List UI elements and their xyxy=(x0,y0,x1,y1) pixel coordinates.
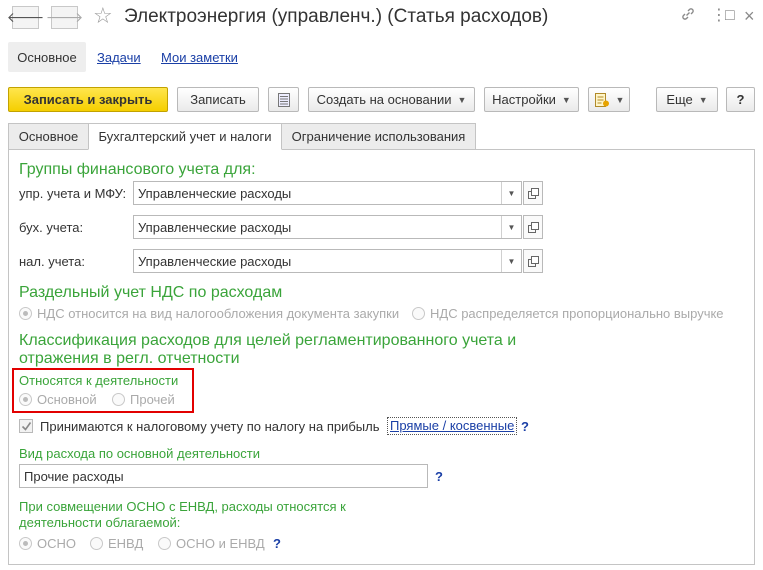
forward-button[interactable]: 🡒 xyxy=(46,6,83,29)
open-bookkeeping-button[interactable] xyxy=(523,215,543,239)
help-icon[interactable]: ? xyxy=(521,419,529,434)
combo-option-envd[interactable]: ЕНВД xyxy=(90,536,143,551)
combo-option-osno[interactable]: ОСНО xyxy=(19,536,76,551)
list-button[interactable] xyxy=(268,87,299,112)
bookkeeping-label: бух. учета: xyxy=(19,220,84,235)
tab-usage-restriction[interactable]: Ограничение использования xyxy=(281,123,476,150)
radio-selected xyxy=(19,537,32,550)
combo-label-line1: При совмещении ОСНО с ЕНВД, расходы отно… xyxy=(19,499,346,514)
chevron-down-icon: ▼ xyxy=(561,94,571,105)
reports-button[interactable]: ▼ xyxy=(588,87,630,112)
activity-option-main[interactable]: Основной xyxy=(19,392,97,407)
vat-option-purchase-doc[interactable]: НДС относится на вид налогообложения док… xyxy=(19,306,399,321)
vat-heading: Раздельный учет НДС по расходам xyxy=(19,284,283,301)
chevron-down-icon: ▼ xyxy=(615,94,625,105)
create-based-on-button[interactable]: Создать на основании ▼ xyxy=(308,87,475,112)
mgmt-accounting-field[interactable]: Управленческие расходы ▼ xyxy=(133,181,522,205)
chevron-down-icon: ▼ xyxy=(698,94,708,105)
activity-option-other[interactable]: Прочей xyxy=(112,392,175,407)
radio-unselected xyxy=(90,537,103,550)
radio-unselected xyxy=(412,307,425,320)
tax-profit-checkbox[interactable] xyxy=(19,419,33,433)
open-icon xyxy=(527,187,539,199)
page-title: Электроэнергия (управленч.) (Статья расх… xyxy=(124,6,549,27)
radio-unselected xyxy=(158,537,171,550)
chevron-down-icon[interactable]: ▼ xyxy=(501,182,521,204)
save-button[interactable]: Записать xyxy=(177,87,259,112)
maximize-icon[interactable]: □ xyxy=(725,6,735,26)
forward-arrow-icon: 🡒 xyxy=(45,9,84,25)
tab-main[interactable]: Основное xyxy=(8,123,89,150)
back-arrow-icon: 🡐 xyxy=(6,9,45,25)
chevron-down-icon[interactable]: ▼ xyxy=(501,250,521,272)
vat-option-proportional[interactable]: НДС распределяется пропорционально выруч… xyxy=(412,306,724,321)
combo-option-osno-envd[interactable]: ОСНО и ЕНВД xyxy=(158,536,265,551)
mgmt-accounting-label: упр. учета и МФУ: xyxy=(19,186,127,201)
section-notes-link[interactable]: Мои заметки xyxy=(161,50,238,65)
close-icon[interactable]: × xyxy=(744,6,755,26)
save-and-close-button[interactable]: Записать и закрыть xyxy=(8,87,168,112)
finance-groups-heading: Группы финансового учета для: xyxy=(19,161,256,178)
more-button[interactable]: Еще ▼ xyxy=(656,87,718,112)
star-icon[interactable]: ☆ xyxy=(93,3,113,29)
link-icon[interactable] xyxy=(680,6,696,28)
classification-heading-line2: отражения в регл. отчетности xyxy=(19,350,240,367)
tax-profit-label: Принимаются к налоговому учету по налогу… xyxy=(40,419,380,434)
open-mgmt-accounting-button[interactable] xyxy=(523,181,543,205)
chevron-down-icon: ▼ xyxy=(457,94,467,105)
help-icon[interactable]: ? xyxy=(435,469,443,484)
open-icon xyxy=(527,221,539,233)
expense-type-field[interactable]: Прочие расходы xyxy=(19,464,428,488)
open-tax-accounting-button[interactable] xyxy=(523,249,543,273)
back-button[interactable]: 🡐 xyxy=(7,6,44,29)
combo-label-line2: деятельности облагаемой: xyxy=(19,515,181,530)
bookkeeping-field[interactable]: Управленческие расходы ▼ xyxy=(133,215,522,239)
section-tasks-link[interactable]: Задачи xyxy=(97,50,141,65)
radio-selected xyxy=(19,393,32,406)
help-icon[interactable]: ? xyxy=(273,536,281,551)
open-icon xyxy=(527,255,539,267)
tax-accounting-label: нал. учета: xyxy=(19,254,85,269)
tax-accounting-field[interactable]: Управленческие расходы ▼ xyxy=(133,249,522,273)
checkmark-icon xyxy=(21,421,31,431)
help-button[interactable]: ? xyxy=(726,87,755,112)
radio-unselected xyxy=(112,393,125,406)
activity-label: Относятся к деятельности xyxy=(19,373,179,388)
list-icon xyxy=(277,92,290,107)
report-icon xyxy=(594,92,609,107)
chevron-down-icon[interactable]: ▼ xyxy=(501,216,521,238)
radio-selected xyxy=(19,307,32,320)
settings-button[interactable]: Настройки ▼ xyxy=(484,87,579,112)
section-main[interactable]: Основное xyxy=(8,42,86,72)
classification-heading-line1: Классификация расходов для целей регламе… xyxy=(19,332,517,349)
expense-type-label: Вид расхода по основной деятельности xyxy=(19,446,260,461)
tab-accounting-taxes[interactable]: Бухгалтерский учет и налоги xyxy=(88,123,282,150)
direct-indirect-link[interactable]: Прямые / косвенные xyxy=(387,417,518,435)
